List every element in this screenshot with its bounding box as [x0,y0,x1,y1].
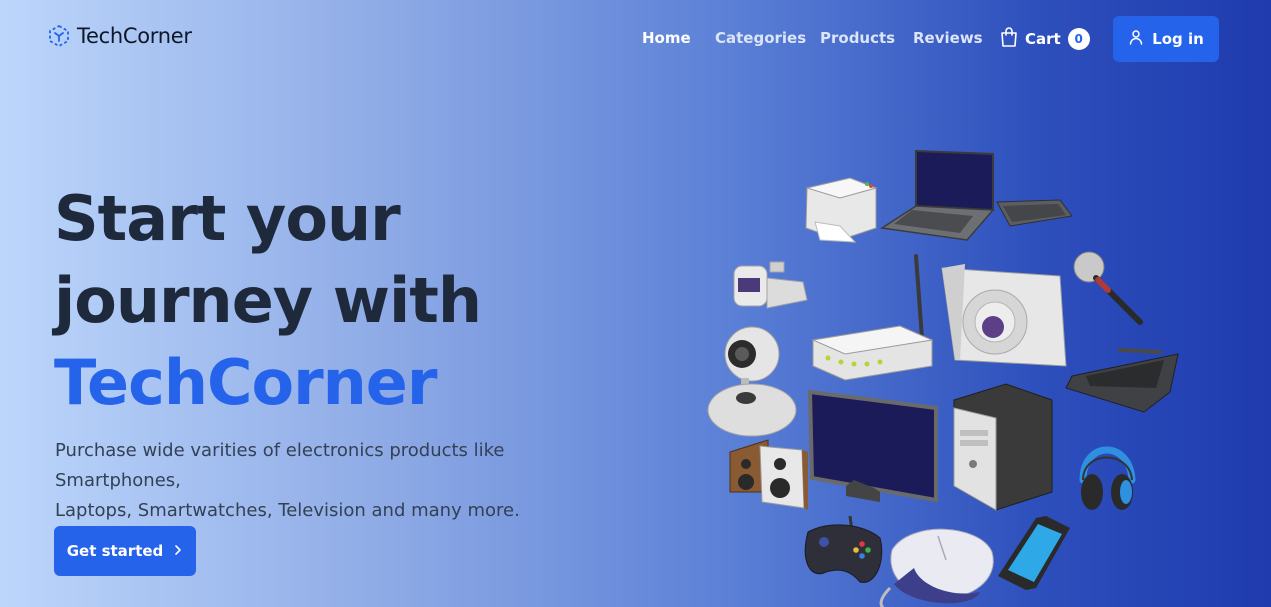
webcam-icon [707,326,797,437]
brand-logo[interactable]: TechCorner [47,24,192,48]
hero-title-line-2: journey with [54,264,482,337]
login-button[interactable]: Log in [1113,16,1219,62]
cart-label: Cart [1025,30,1061,48]
desktop-tower-icon [953,383,1053,511]
shopping-bag-icon [1000,26,1018,52]
computer-mouse-icon [879,528,994,607]
cart-button[interactable]: Cart 0 [1000,26,1090,52]
hero-title-line-1: Start your [54,182,401,255]
printer-icon [805,177,878,243]
gamepad-icon [804,515,883,583]
wifi-router-icon [811,254,934,381]
digital-camera-icon [941,264,1067,367]
hero-title-accent: TechCorner [54,346,437,419]
electronics-illustration [707,149,1179,607]
camcorder-icon [733,261,808,309]
chevron-right-icon [173,542,183,560]
monitor-icon [807,389,938,503]
nav-item-reviews[interactable]: Reviews [913,29,983,47]
nav-item-home[interactable]: Home [642,29,691,47]
cart-count-badge: 0 [1067,28,1090,50]
laptop-icon [879,149,995,241]
hero-section: TechCorner Home Categories Products Revi… [0,0,1271,607]
headphones-icon [1079,446,1136,510]
hero-subtitle-line-1: Purchase wide varities of electronics pr… [55,440,505,491]
user-icon [1128,29,1144,49]
get-started-label: Get started [66,542,164,560]
smartphone-icon [998,516,1070,590]
dotted-cube-icon [47,24,71,48]
speakers-icon [729,439,808,510]
nav-item-products[interactable]: Products [820,29,895,47]
brand-name: TechCorner [77,24,192,48]
microphone-icon [1073,251,1143,325]
hero-subtitle-line-2: Laptops, Smartwatches, Television and ma… [55,500,520,521]
hero-subtitle: Purchase wide varities of electronics pr… [55,436,635,526]
login-label: Log in [1152,30,1204,48]
hero-title: Start your journey with TechCorner [54,178,482,424]
nav-item-categories[interactable]: Categories [715,29,806,47]
graphics-tablet-icon [1065,348,1179,413]
navbar: TechCorner Home Categories Products Revi… [0,0,1271,80]
keyboard-icon [996,199,1073,227]
get-started-button[interactable]: Get started [54,526,196,576]
